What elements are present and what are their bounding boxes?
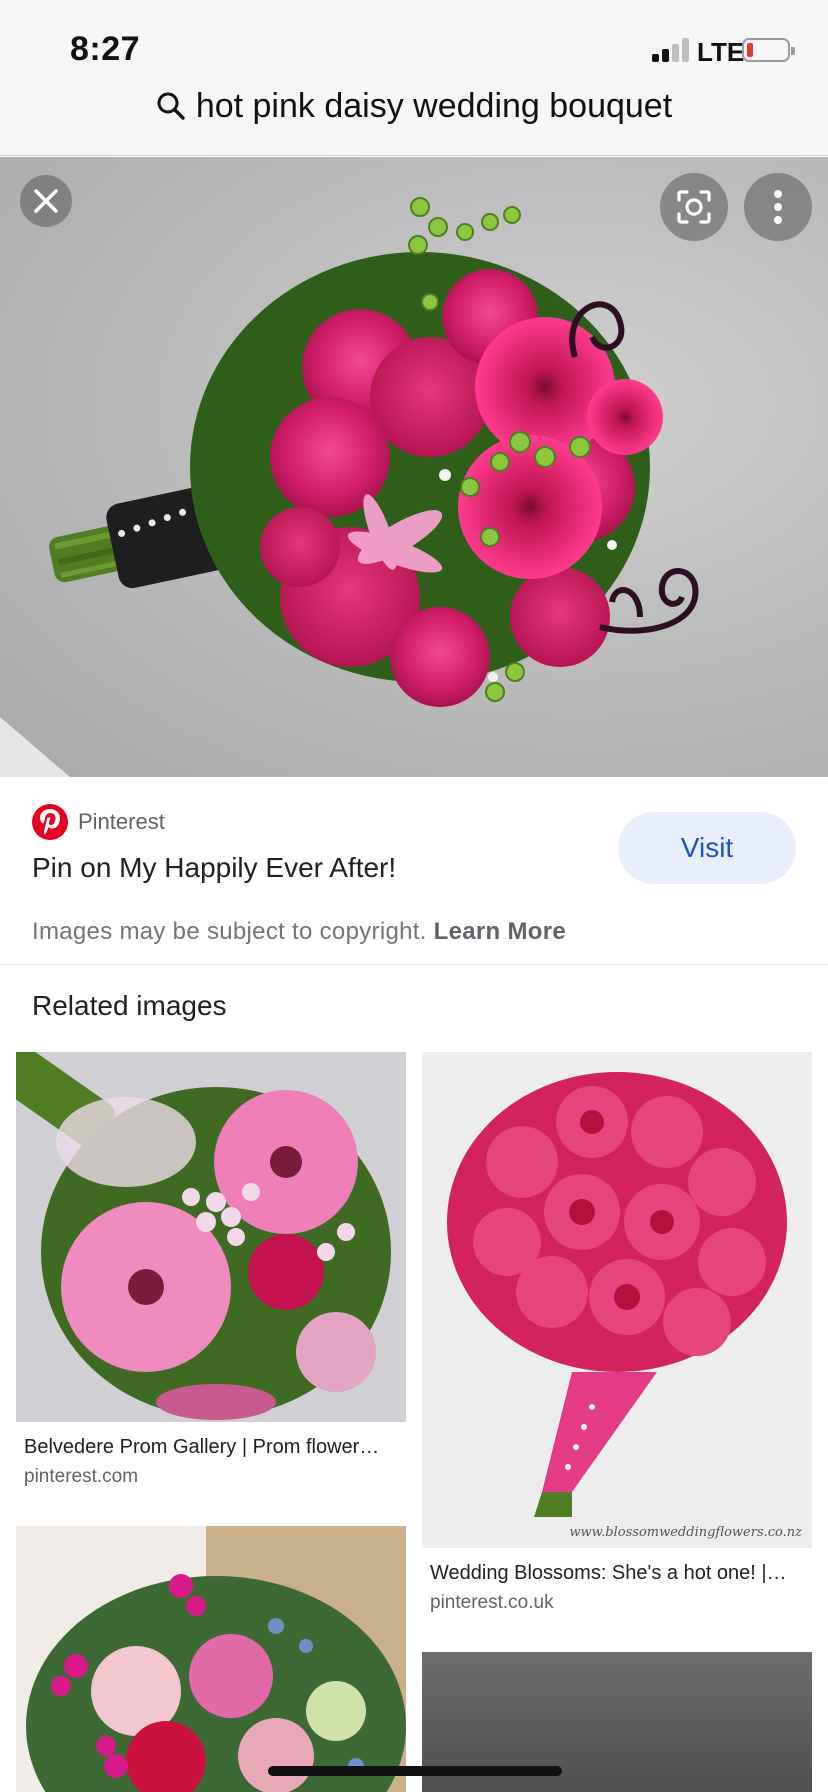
close-button[interactable] <box>20 175 72 227</box>
pinterest-logo-icon <box>32 804 68 840</box>
related-image-domain: pinterest.com <box>24 1466 139 1487</box>
more-options-button[interactable] <box>744 173 812 241</box>
related-image-title[interactable]: Belvedere Prom Gallery | Prom flower… <box>24 1436 400 1459</box>
related-image-thumbnail[interactable]: www.blossomweddingflowers.co.nz <box>422 1052 812 1548</box>
source-site-name[interactable]: Pinterest <box>78 809 165 835</box>
hero-image[interactable] <box>0 157 828 777</box>
related-image-card[interactable] <box>16 1526 406 1792</box>
related-image-thumbnail[interactable] <box>16 1052 406 1422</box>
more-vert-icon <box>774 190 782 224</box>
visit-button[interactable]: Visit <box>618 812 796 884</box>
signal-icon <box>652 38 690 62</box>
lens-icon <box>677 190 711 224</box>
related-image-domain: pinterest.co.uk <box>430 1592 554 1613</box>
thumbnail-watermark: www.blossomweddingflowers.co.nz <box>569 1525 802 1540</box>
close-icon <box>34 189 58 213</box>
bouquet-photo <box>0 197 699 777</box>
copyright-notice: Images may be subject to copyright. Lear… <box>32 918 566 946</box>
pin-title[interactable]: Pin on My Happily Ever After! <box>32 852 396 884</box>
home-indicator[interactable] <box>268 1766 562 1776</box>
source-row[interactable]: Pinterest <box>32 804 165 840</box>
copyright-text: Images may be subject to copyright. <box>32 918 427 945</box>
image-viewer-page: 8:27 LTE hot pink daisy wedding bouquet <box>0 0 828 1792</box>
learn-more-link[interactable]: Learn More <box>434 918 566 945</box>
network-label: LTE <box>697 37 745 67</box>
related-image-thumbnail[interactable] <box>16 1526 406 1792</box>
battery-icon <box>742 38 795 62</box>
divider <box>0 964 828 965</box>
search-icon <box>157 92 185 120</box>
related-image-title[interactable]: Wedding Blossoms: She's a hot one! |… <box>430 1562 806 1585</box>
top-bar: 8:27 LTE hot pink daisy wedding bouquet <box>0 0 828 156</box>
status-time: 8:27 <box>70 30 141 68</box>
related-image-card[interactable]: www.blossomweddingflowers.co.nz Wedding … <box>422 1052 812 1613</box>
search-bar[interactable]: hot pink daisy wedding bouquet <box>0 84 828 128</box>
search-query[interactable]: hot pink daisy wedding bouquet <box>196 87 672 126</box>
related-image-card[interactable]: Belvedere Prom Gallery | Prom flower… pi… <box>16 1052 406 1502</box>
lens-button[interactable] <box>660 173 728 241</box>
related-images-heading: Related images <box>32 990 227 1021</box>
